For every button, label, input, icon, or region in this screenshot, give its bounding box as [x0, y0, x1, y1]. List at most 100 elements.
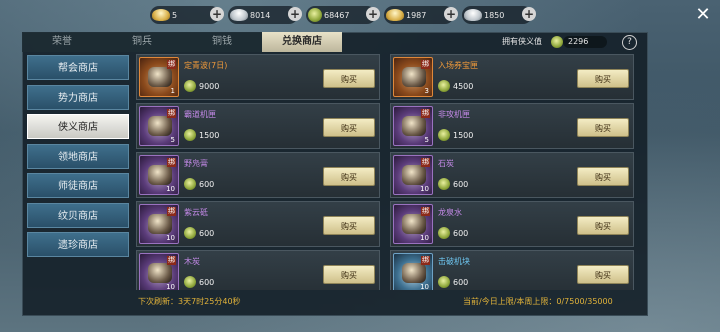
sidebar-item-3[interactable]: 领地商店: [27, 143, 129, 169]
buy-button[interactable]: 购买: [577, 118, 629, 137]
item-price: 600: [199, 278, 215, 287]
gold-ingot-icon: [386, 9, 404, 21]
item-name: 入场券宝匣: [438, 61, 478, 70]
bound-tag: 绑: [167, 256, 176, 265]
buy-button[interactable]: 购买: [323, 69, 375, 88]
currency-value: 8014: [250, 10, 271, 20]
item-thumbnail: 绑3: [393, 57, 433, 97]
tab-1[interactable]: 铜兵: [102, 32, 182, 52]
item-card[interactable]: 绑 5 非攻机匣 1500 购买: [390, 103, 634, 149]
refresh-timer: 下次刷新：3天7时25分40秒: [138, 297, 241, 306]
item-quantity: 5: [170, 136, 175, 144]
item-thumbnail: 绑 10: [393, 253, 433, 290]
currency-1: 8014 +: [228, 6, 302, 24]
add-currency-icon[interactable]: +: [366, 7, 380, 21]
item-card[interactable]: 绑 3 入场券宝匣 4500 购买: [390, 54, 634, 100]
currency-bar: 5 +8014 +68467 +1987 +1850 +: [150, 6, 536, 26]
sidebar-item-0[interactable]: 帮会商店: [27, 55, 129, 80]
item-image: [148, 214, 172, 234]
currency-4: 1850 +: [462, 6, 536, 24]
item-price: 600: [199, 180, 215, 189]
buy-button[interactable]: 购买: [323, 167, 375, 186]
item-grid: 绑 1 定青波(7日) 9000 购买绑 3 入场券宝匣 4500 购买绑 5 霸道机匣 1500 购买…: [136, 54, 646, 290]
chivalry-coin-icon: [184, 227, 196, 239]
item-thumbnail: 绑 10: [139, 204, 179, 244]
item-card[interactable]: 绑 10 石炭 600 购买: [390, 152, 634, 198]
add-currency-icon[interactable]: +: [444, 7, 458, 21]
add-currency-icon[interactable]: +: [210, 7, 224, 21]
bound-tag: 绑: [421, 256, 430, 265]
item-price: 600: [199, 229, 215, 238]
item-thumbnail: 绑 10: [139, 155, 179, 195]
buy-button[interactable]: 购买: [577, 216, 629, 235]
item-quantity: 3: [424, 87, 429, 95]
buy-button[interactable]: 购买: [323, 265, 375, 284]
currency-value: 5: [172, 10, 178, 20]
sidebar-item-4[interactable]: 师徒商店: [27, 173, 129, 198]
item-quantity: 10: [420, 234, 429, 242]
add-currency-icon[interactable]: +: [288, 7, 302, 21]
item-card[interactable]: 绑 1 定青波(7日) 9000 购买: [136, 54, 380, 100]
item-image: [402, 116, 426, 136]
currency-value: 1850: [484, 10, 505, 20]
buy-button[interactable]: 购买: [577, 167, 629, 186]
sidebar-item-2[interactable]: 侠义商店: [27, 114, 129, 139]
chivalry-coin-icon: [438, 80, 450, 92]
buy-button[interactable]: 购买: [577, 69, 629, 88]
currency-2: 68467 +: [306, 6, 380, 24]
item-name: 霸道机匣: [184, 110, 216, 119]
bound-tag: 绑: [421, 109, 430, 118]
chivalry-coin-icon: [184, 276, 196, 288]
bound-tag: 绑: [167, 158, 176, 167]
item-image: [402, 214, 426, 234]
item-card[interactable]: 绑 10 紫云砥 600 购买: [136, 201, 380, 247]
item-card[interactable]: 绑 10 龙泉水 600 购买: [390, 201, 634, 247]
chivalry-coin-icon: [438, 227, 450, 239]
item-quantity: 1: [170, 87, 175, 95]
bound-tag: 绑: [421, 207, 430, 216]
item-image: [402, 263, 426, 283]
item-price: 1500: [453, 131, 474, 140]
item-thumbnail: 绑5: [139, 106, 179, 146]
sidebar-item-6[interactable]: 遗珍商店: [27, 232, 129, 257]
currency-value: 68467: [324, 10, 350, 20]
item-image: [402, 165, 426, 185]
add-currency-icon[interactable]: +: [522, 7, 536, 21]
item-price: 600: [453, 229, 469, 238]
shop-tabs: 荣誉 铜兵 铜钱 兑换商店: [22, 32, 342, 52]
item-image: [148, 116, 172, 136]
item-name: 紫云砥: [184, 208, 208, 217]
item-card[interactable]: 绑 5 霸道机匣 1500 购买: [136, 103, 380, 149]
close-icon[interactable]: ✕: [694, 6, 712, 24]
buy-button[interactable]: 购买: [323, 216, 375, 235]
silver-ingot-icon: [464, 9, 482, 21]
item-name: 龙泉水: [438, 208, 462, 217]
bound-tag: 绑: [421, 158, 430, 167]
chivalry-coin-icon: [438, 276, 450, 288]
item-quantity: 10: [420, 185, 429, 193]
tab-0[interactable]: 荣誉: [22, 32, 102, 52]
tab-3[interactable]: 兑换商店: [262, 32, 342, 52]
owned-label: 拥有侠义值: [502, 37, 542, 46]
chivalry-coin-icon: [438, 178, 450, 190]
item-name: 野凫膏: [184, 159, 208, 168]
item-name: 击破机块: [438, 257, 470, 266]
sidebar-item-5[interactable]: 纹贝商店: [27, 202, 129, 228]
item-card[interactable]: 绑 10 野凫膏 600 购买: [136, 152, 380, 198]
item-image: [402, 67, 426, 87]
buy-button[interactable]: 购买: [577, 265, 629, 284]
gold-ingot-icon: [152, 9, 170, 21]
help-icon[interactable]: ?: [622, 35, 637, 50]
item-card[interactable]: 绑 10 木炭 600 购买: [136, 250, 380, 290]
sidebar-item-1[interactable]: 势力商店: [27, 84, 129, 110]
item-name: 非攻机匣: [438, 110, 470, 119]
item-thumbnail: 绑 10: [393, 155, 433, 195]
tab-2[interactable]: 铜钱: [182, 32, 262, 52]
item-quantity: 10: [420, 283, 429, 290]
buy-button[interactable]: 购买: [323, 118, 375, 137]
item-name: 定青波(7日): [184, 61, 228, 70]
chivalry-coin-icon: [438, 129, 450, 141]
purchase-limit: 当前/今日上限/本周上限：0/7500/35000: [463, 297, 613, 306]
chivalry-coin-icon: [551, 36, 563, 48]
item-card[interactable]: 绑 10 击破机块 600 购买: [390, 250, 634, 290]
